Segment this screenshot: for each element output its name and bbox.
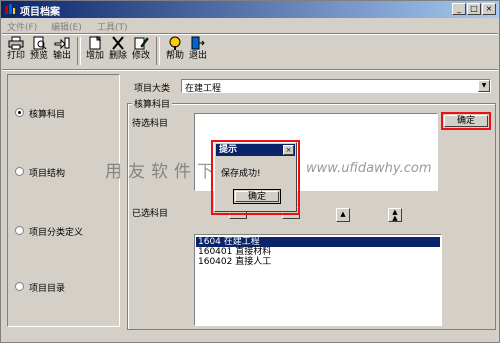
menu-file[interactable]: 文件(F)	[7, 20, 37, 33]
close-button[interactable]: ×	[482, 3, 496, 15]
preview-button[interactable]: 预览	[28, 35, 50, 65]
project-category-label: 项目大类	[134, 84, 171, 94]
print-button[interactable]: 打印	[5, 35, 27, 65]
toolbar-separator	[77, 37, 81, 65]
dialog-ok-label: 确定	[235, 191, 279, 202]
radio-label-accounting-subjects: 核算科目	[29, 110, 66, 120]
preview-icon	[33, 36, 47, 50]
selected-subjects-list[interactable]: 1604 在建工程 160401 直接材料 160402 直接人工	[194, 234, 442, 326]
chevron-up-icon: ▲	[340, 210, 346, 218]
export-icon	[54, 37, 70, 50]
close-icon[interactable]: ×	[283, 145, 294, 155]
export-button[interactable]: 输出	[51, 35, 73, 65]
radio-label-project-category-definition: 项目分类定义	[29, 228, 84, 238]
dialog-ok-button[interactable]: 确定	[233, 189, 281, 204]
menu-bar: 文件(F) 编辑(E) 工具(T)	[1, 18, 499, 33]
title-bar[interactable]: 项目档案 _ □ ×	[1, 1, 499, 18]
menu-edit[interactable]: 编辑(E)	[51, 20, 82, 33]
list-item[interactable]: 1604 在建工程	[196, 237, 440, 247]
toolbar-separator	[156, 37, 160, 65]
delete-button[interactable]: 删除	[107, 35, 129, 65]
list-item[interactable]: 160401 直接材料	[198, 247, 271, 257]
toolbar-divider	[2, 69, 498, 71]
radio-label-project-structure: 项目结构	[29, 169, 66, 179]
project-category-value: 在建工程	[185, 84, 222, 94]
double-chevron-up-icon: ▲ ▲	[392, 208, 398, 222]
app-logo-icon	[5, 4, 15, 14]
watermark-url: www.ufidawhy.com	[306, 161, 432, 176]
project-category-select[interactable]: 在建工程 ▼	[181, 79, 491, 94]
minimize-button[interactable]: _	[452, 3, 466, 15]
dialog-message: 保存成功!	[221, 169, 261, 179]
radio-project-directory[interactable]	[15, 282, 24, 291]
add-button[interactable]: 增加	[84, 35, 106, 65]
help-button[interactable]: 帮助	[164, 35, 186, 65]
move-up-button[interactable]: ▲	[336, 208, 350, 222]
selected-subjects-label: 已选科目	[132, 209, 169, 219]
add-icon	[89, 36, 102, 50]
delete-icon	[112, 36, 124, 50]
pending-subjects-label: 待选科目	[132, 119, 169, 129]
exit-button[interactable]: 退出	[187, 35, 209, 65]
message-dialog: 提示 × 保存成功! 确定	[214, 142, 297, 212]
confirm-button[interactable]: 确定	[444, 115, 488, 127]
maximize-button[interactable]: □	[467, 3, 481, 15]
move-top-button[interactable]: ▲ ▲	[388, 208, 402, 222]
chevron-down-icon[interactable]: ▼	[478, 80, 490, 92]
window-title: 项目档案	[20, 7, 60, 18]
help-icon	[169, 36, 181, 50]
edit-icon	[134, 37, 149, 50]
edit-button[interactable]: 修改	[130, 35, 152, 65]
radio-label-project-directory: 项目目录	[29, 284, 66, 294]
exit-icon	[191, 36, 205, 50]
radio-accounting-subjects[interactable]	[15, 108, 24, 117]
toolbar: 打印 预览 输出 增加 删除 修改 帮助 退出	[3, 35, 243, 69]
app-window: 项目档案 _ □ × 文件(F) 编辑(E) 工具(T) 打印 预览 输出 增加 删	[0, 0, 500, 343]
confirm-button-highlight: 确定	[441, 112, 491, 130]
menu-tools[interactable]: 工具(T)	[97, 20, 128, 33]
dialog-title: 提示	[219, 145, 238, 155]
printer-icon	[8, 36, 24, 50]
list-item[interactable]: 160402 直接人工	[198, 257, 271, 267]
radio-project-structure[interactable]	[15, 167, 24, 176]
group-title: 核算科目	[132, 97, 173, 110]
radio-project-category-definition[interactable]	[15, 226, 24, 235]
